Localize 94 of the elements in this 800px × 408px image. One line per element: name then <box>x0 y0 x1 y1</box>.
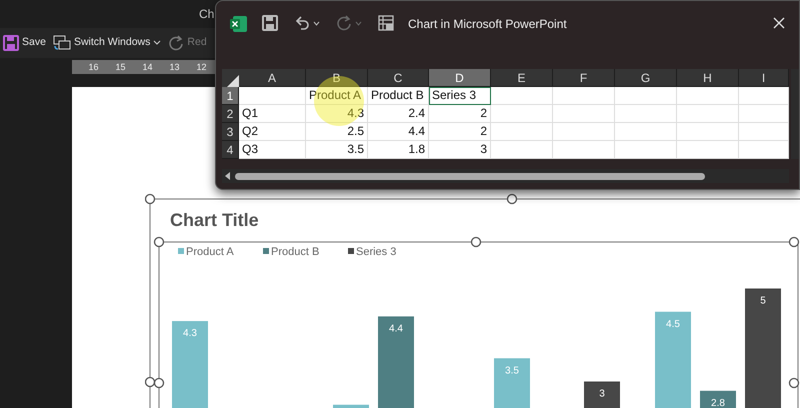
window-title: Ch <box>199 7 214 21</box>
caret-icon <box>355 20 362 26</box>
data-label: 4.5 <box>666 318 680 330</box>
spreadsheet-cell[interactable]: Q2 <box>239 123 306 141</box>
spreadsheet-cell[interactable]: 2 <box>429 105 491 123</box>
spreadsheet-cell[interactable] <box>553 141 615 159</box>
select-all-corner[interactable] <box>222 69 239 87</box>
spreadsheet-cell[interactable]: Product B <box>368 87 429 105</box>
undo-icon <box>294 15 310 31</box>
legend-label: Product A <box>186 246 234 258</box>
column-header[interactable]: E <box>491 69 553 87</box>
row-header[interactable]: 2 <box>222 105 239 123</box>
chart-title: Chart Title <box>170 210 259 230</box>
selection-frame[interactable] <box>158 242 798 408</box>
data-label: 5 <box>760 296 766 306</box>
resize-handle[interactable] <box>788 236 800 248</box>
resize-handle[interactable] <box>470 236 482 248</box>
bar <box>333 404 369 408</box>
data-label: 3 <box>599 388 605 400</box>
spreadsheet-cell[interactable] <box>739 105 789 123</box>
column-header[interactable]: F <box>553 69 615 87</box>
data-label: 3.5 <box>505 365 519 376</box>
spreadsheet-cell[interactable] <box>677 123 739 141</box>
data-label: 4.4 <box>389 323 403 334</box>
resize-handle[interactable] <box>506 194 518 204</box>
selection-frame[interactable] <box>150 198 800 408</box>
spreadsheet-cell[interactable]: Q3 <box>239 141 306 159</box>
spreadsheet-cell[interactable]: 4.4 <box>368 123 429 141</box>
save-button[interactable] <box>260 13 280 33</box>
resize-handle[interactable] <box>145 194 156 204</box>
spreadsheet-cell[interactable]: Series 3 <box>429 87 491 105</box>
redo-icon <box>336 15 352 31</box>
caret-icon <box>313 20 320 26</box>
spreadsheet-cell[interactable] <box>491 141 553 159</box>
close-icon <box>773 17 785 29</box>
spreadsheet-cell[interactable] <box>553 105 615 123</box>
column-header[interactable]: C <box>368 69 429 87</box>
table-button[interactable] <box>376 13 396 33</box>
column-header[interactable]: D <box>429 69 491 87</box>
spreadsheet-cell[interactable] <box>739 87 789 105</box>
column-header[interactable]: A <box>239 69 306 87</box>
horizontal-scrollbar[interactable] <box>222 169 789 183</box>
spreadsheet-cell[interactable] <box>677 141 739 159</box>
data-label: 2.8 <box>711 398 725 408</box>
caret-icon <box>153 40 162 46</box>
spreadsheet-cell[interactable] <box>739 123 789 141</box>
resize-handle[interactable] <box>145 376 156 388</box>
ruler: 16 15 14 13 12 <box>72 60 215 74</box>
spreadsheet-cell[interactable]: 3.5 <box>306 141 368 159</box>
spreadsheet-cell[interactable]: 2 <box>429 123 491 141</box>
spreadsheet-cell[interactable] <box>553 123 615 141</box>
spreadsheet-cell[interactable] <box>615 141 677 159</box>
spreadsheet-cell[interactable]: 1.8 <box>368 141 429 159</box>
redo-icon <box>168 35 184 51</box>
legend-label: Series 3 <box>356 246 396 258</box>
data-label: 4.3 <box>183 328 197 340</box>
resize-handle[interactable] <box>154 378 164 388</box>
spreadsheet-app-icon <box>230 15 248 33</box>
spreadsheet-cell[interactable] <box>677 105 739 123</box>
row-header[interactable]: 3 <box>222 123 239 141</box>
resize-handle[interactable] <box>154 236 164 248</box>
spreadsheet-cell[interactable]: 2.4 <box>368 105 429 123</box>
scroll-left-icon[interactable] <box>225 172 231 180</box>
spreadsheet-cell[interactable] <box>615 105 677 123</box>
switch-windows-button[interactable]: Switch Windows <box>52 33 162 53</box>
windows-icon <box>52 35 71 51</box>
vertical-scrollbar[interactable] <box>791 69 799 159</box>
legend-label: Product B <box>271 246 320 258</box>
spreadsheet-cell[interactable] <box>615 87 677 105</box>
table-icon <box>378 15 394 31</box>
spreadsheet-cell[interactable]: Q1 <box>239 105 306 123</box>
resize-handle[interactable] <box>788 378 800 388</box>
save-button[interactable]: Save <box>2 33 47 53</box>
spreadsheet-cell[interactable]: 2.5 <box>306 123 368 141</box>
column-header[interactable]: H <box>677 69 739 87</box>
spreadsheet-cell[interactable] <box>239 87 306 105</box>
spreadsheet-cell[interactable] <box>553 87 615 105</box>
spreadsheet-cell[interactable] <box>739 141 789 159</box>
bar <box>700 390 736 408</box>
spreadsheet-cell[interactable]: 3 <box>429 141 491 159</box>
spreadsheet-cell[interactable] <box>615 123 677 141</box>
spreadsheet-cell[interactable] <box>491 105 553 123</box>
row-header[interactable]: 4 <box>222 141 239 159</box>
save-icon <box>3 35 19 51</box>
column-header[interactable]: G <box>615 69 677 87</box>
spreadsheet-cell[interactable] <box>677 87 739 105</box>
row-header[interactable]: 1 <box>222 87 239 105</box>
column-header[interactable]: I <box>739 69 789 87</box>
spreadsheet-cell[interactable] <box>491 87 553 105</box>
spreadsheet-cell[interactable] <box>491 123 553 141</box>
window-title: Chart in Microsoft PowerPoint <box>408 16 567 33</box>
save-icon <box>262 15 278 31</box>
bar <box>494 358 530 408</box>
bar <box>584 382 620 408</box>
